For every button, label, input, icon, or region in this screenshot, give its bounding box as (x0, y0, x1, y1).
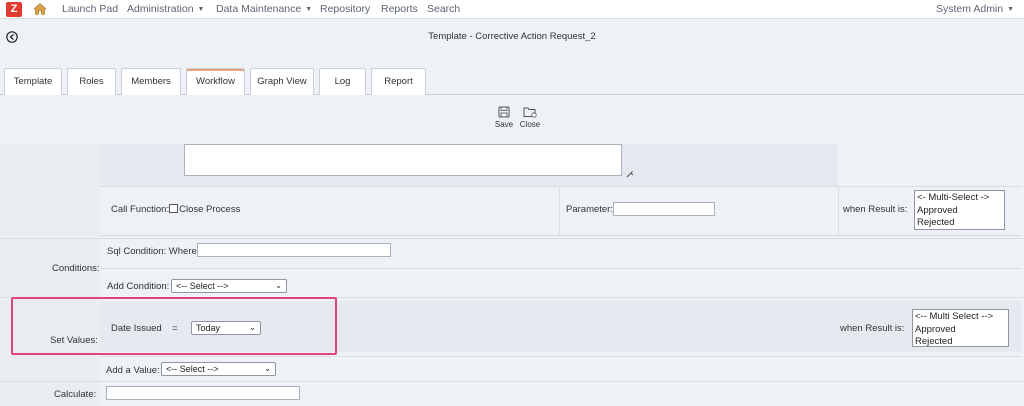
multiselect-option[interactable]: <-- Multi Select --> (915, 311, 1006, 324)
tab-members[interactable]: Members (121, 68, 181, 95)
toolbar: Save Close (0, 96, 1024, 144)
add-condition-select[interactable]: <-- Select --> ⌄ (171, 279, 287, 293)
label-column (0, 144, 100, 406)
wrench-icon[interactable] (625, 169, 635, 179)
app-logo[interactable]: Z (6, 2, 22, 17)
close-label: Close (519, 120, 541, 129)
sql-condition-input[interactable] (197, 243, 391, 257)
workflow-form: Call Function: Close Process Parameter: w… (0, 144, 1024, 406)
parameter-input[interactable] (613, 202, 715, 216)
chevron-down-icon: ▼ (305, 6, 313, 13)
row-divider (100, 356, 1022, 357)
top-navigation-bar: Z Launch Pad Administration ▼ Data Mainte… (0, 0, 1024, 19)
nav-search[interactable]: Search (427, 3, 460, 15)
sql-condition-label: Sql Condition: Where (107, 246, 197, 257)
multiselect-option[interactable]: Rejected (915, 336, 1006, 349)
add-value-label: Add a Value: (106, 365, 160, 376)
save-label: Save (494, 120, 514, 129)
column-divider (838, 186, 839, 236)
parameter-label: Parameter: (566, 204, 613, 215)
close-button[interactable]: Close (515, 106, 545, 129)
page-title: Template - Corrective Action Request_2 (428, 31, 596, 42)
close-folder-icon (523, 107, 537, 118)
nav-administration[interactable]: Administration ▼ (127, 3, 204, 15)
when-result-label: when Result is: (843, 204, 908, 215)
call-function-result-multiselect[interactable]: <- Multi-Select -> Approved Rejected (914, 190, 1005, 230)
set-values-result-multiselect[interactable]: <-- Multi Select --> Approved Rejected (912, 309, 1009, 347)
user-menu[interactable]: System Admin ▼ (936, 3, 1014, 15)
set-values-highlight-annotation (11, 297, 337, 355)
row-divider (100, 268, 1022, 269)
home-icon[interactable] (33, 2, 47, 16)
section-divider (0, 238, 1024, 239)
tab-report[interactable]: Report (371, 68, 426, 95)
set-values-when-result-label: when Result is: (840, 323, 905, 334)
multiselect-option[interactable]: Approved (915, 324, 1006, 337)
tab-workflow[interactable]: Workflow (186, 68, 245, 95)
chevron-down-icon: ▼ (197, 6, 205, 13)
close-process-checkbox[interactable] (169, 204, 179, 213)
add-condition-label: Add Condition: (107, 281, 170, 292)
title-bar: Template - Corrective Action Request_2 (0, 20, 1024, 54)
nav-launch-pad[interactable]: Launch Pad (62, 3, 118, 15)
calculate-label: Calculate: (54, 389, 97, 400)
conditions-label: Conditions: (52, 263, 100, 274)
multiselect-option[interactable]: Rejected (917, 217, 1002, 230)
tab-log[interactable]: Log (319, 68, 366, 95)
tab-template[interactable]: Template (4, 68, 62, 95)
nav-data-maintenance[interactable]: Data Maintenance ▼ (216, 3, 312, 15)
nav-reports[interactable]: Reports (381, 3, 418, 15)
multiselect-option[interactable]: Approved (917, 205, 1002, 218)
tab-roles[interactable]: Roles (67, 68, 116, 95)
call-function-label: Call Function: Close Process (111, 204, 241, 215)
nav-repository[interactable]: Repository (320, 3, 370, 15)
chevron-down-icon: ⌄ (264, 364, 271, 373)
calculate-input[interactable] (106, 386, 300, 400)
section-divider (0, 381, 1024, 382)
multiselect-option[interactable]: <- Multi-Select -> (917, 192, 1002, 205)
save-icon (498, 106, 510, 118)
chevron-down-icon: ▼ (1007, 6, 1015, 13)
column-divider (559, 186, 560, 236)
chevron-down-icon: ⌄ (275, 281, 282, 290)
tab-bar: Template Roles Members Workflow Graph Vi… (0, 54, 1024, 95)
function-textarea[interactable] (184, 144, 622, 176)
add-value-select[interactable]: <-- Select --> ⌄ (161, 362, 276, 376)
close-process-label: Close Process (179, 204, 241, 215)
tab-graph-view[interactable]: Graph View (250, 68, 314, 95)
